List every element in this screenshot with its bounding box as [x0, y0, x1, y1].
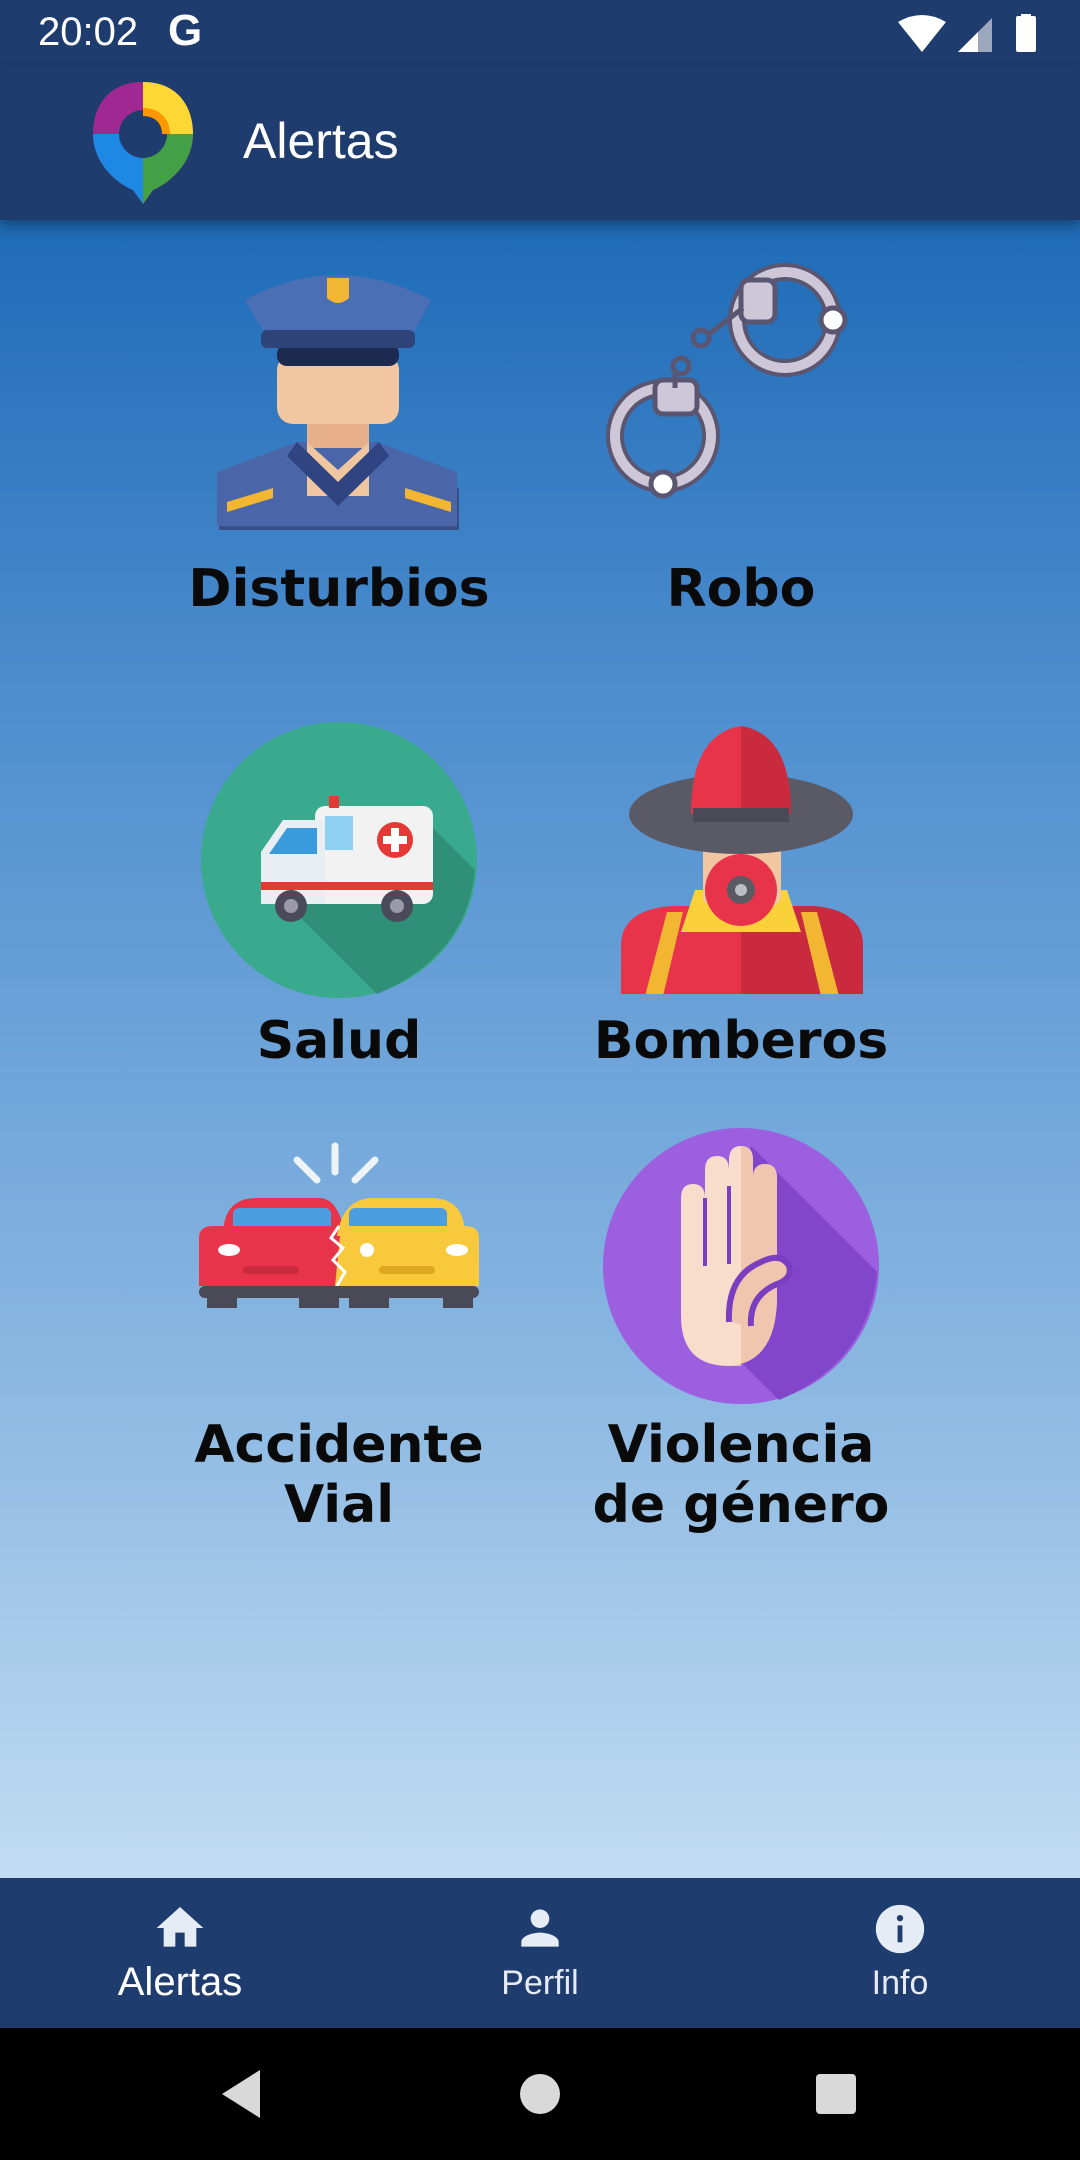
back-icon[interactable] — [214, 2064, 266, 2124]
nav-item-perfil[interactable]: Perfil — [360, 1878, 720, 2028]
alert-tile-salud[interactable]: Salud — [139, 720, 539, 1120]
nav-label-info: Info — [871, 1964, 929, 2002]
alert-tile-bomberos[interactable]: Bomberos — [541, 720, 941, 1120]
google-icon: G — [168, 6, 203, 55]
nav-item-info[interactable]: Info — [720, 1878, 1080, 2028]
alert-tile-robo[interactable]: Robo — [541, 260, 941, 660]
home-circle-icon[interactable] — [518, 2064, 562, 2124]
app-bar: Alertas — [0, 66, 1080, 220]
home-icon — [156, 1907, 204, 1947]
status-time: 20:02 — [38, 10, 139, 54]
car-crash-icon — [199, 1142, 479, 1308]
alert-grid: Disturbios Robo Salud Bomberos Accidente… — [0, 220, 1080, 1878]
ambulance-icon — [201, 722, 477, 998]
battery-icon — [1016, 16, 1036, 52]
system-navigation-bar — [0, 2028, 1080, 2160]
tile-label-violencia-line2: de género — [592, 1475, 890, 1535]
firefighter-icon — [621, 726, 863, 994]
status-icons — [898, 14, 1036, 52]
page-title: Alertas — [243, 113, 399, 169]
police-officer-icon — [217, 275, 459, 530]
wifi-icon — [898, 15, 946, 52]
tile-label-violencia-line1: Violencia — [607, 1415, 875, 1475]
stop-hand-icon — [603, 1128, 879, 1404]
info-icon — [875, 1904, 925, 1954]
alert-tile-accidente-vial[interactable]: Accidente Vial — [139, 1126, 539, 1534]
person-icon — [521, 1909, 559, 1947]
tile-label-bomberos: Bomberos — [593, 1011, 889, 1071]
handcuffs-icon — [606, 263, 848, 499]
nav-label-alertas: Alertas — [117, 1960, 243, 2004]
bottom-navigation: Alertas Perfil Info — [0, 1878, 1080, 2028]
tile-label-accidente-line1: Accidente — [194, 1415, 484, 1475]
status-bar: 20:02 G — [0, 0, 1080, 66]
alert-tile-violencia-genero[interactable]: Violencia de género — [541, 1126, 941, 1534]
nav-label-perfil: Perfil — [501, 1964, 579, 2002]
tile-label-accidente-line2: Vial — [283, 1475, 395, 1535]
nav-item-alertas[interactable]: Alertas — [0, 1878, 360, 2028]
alert-tile-disturbios[interactable]: Disturbios — [139, 260, 539, 660]
tile-label-salud: Salud — [256, 1011, 422, 1071]
app-logo — [93, 82, 193, 204]
recents-icon[interactable] — [814, 2064, 858, 2124]
tile-label-disturbios: Disturbios — [188, 559, 490, 619]
tile-label-robo: Robo — [666, 559, 816, 619]
